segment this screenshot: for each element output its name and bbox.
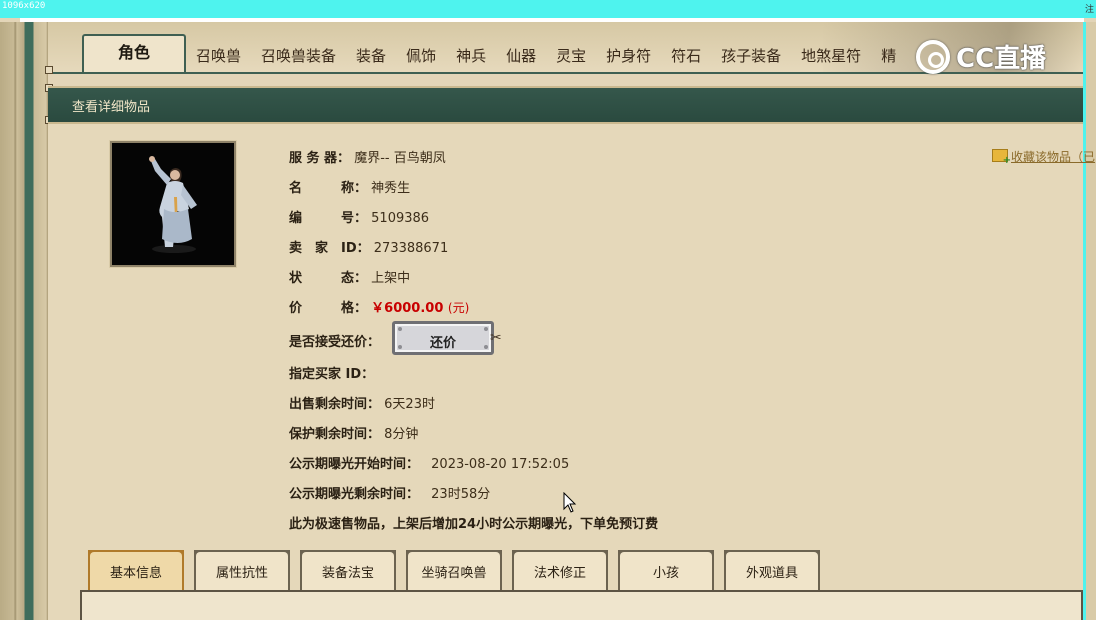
tab-appearance-items[interactable]: 外观道具 <box>724 550 820 590</box>
exposure-remaining-row: 公示期曝光剩余时间： 23时58分 <box>289 483 490 502</box>
tab-immortal-artifact[interactable]: 仙器 <box>496 40 546 72</box>
seller-row: 卖 家 ID： 273388671 <box>289 237 448 256</box>
protect-remaining-label: 保护剩余时间： <box>289 427 381 442</box>
protect-remaining-row: 保护剩余时间： 8分钟 <box>289 423 418 442</box>
tab-amulet[interactable]: 护身符 <box>596 40 661 72</box>
name-row: 名 称： 神秀生 <box>289 177 410 196</box>
tab-child[interactable]: 小孩 <box>618 550 714 590</box>
price-label: 价 格： <box>289 301 368 316</box>
price-unit: (元) <box>447 301 470 315</box>
character-portrait <box>110 141 236 267</box>
counter-offer-label: 是否接受还价： <box>289 335 381 350</box>
tab-star-talisman[interactable]: 地煞星符 <box>791 40 871 72</box>
tab-equipment[interactable]: 装备 <box>346 40 396 72</box>
section-title: 查看详细物品 <box>72 100 151 115</box>
seller-value: 273388671 <box>373 241 449 256</box>
number-row: 编 号： 5109386 <box>289 207 429 226</box>
fast-sale-note: 此为极速售物品，上架后增加24小时公示期曝光，下单免预订费 <box>289 517 659 532</box>
tab-partial[interactable]: 精 <box>871 40 906 72</box>
tab-spell-correction[interactable]: 法术修正 <box>512 550 608 590</box>
tab-attributes[interactable]: 属性抗性 <box>194 550 290 590</box>
counter-offer-button-label: 还价 <box>429 336 456 351</box>
counter-offer-button[interactable]: 还价 <box>392 321 494 355</box>
capture-corner-label: 注 <box>1084 5 1094 15</box>
detail-tab-content <box>80 590 1083 620</box>
server-label: 服 务 器： <box>289 151 351 166</box>
name-label: 名 称： <box>289 181 368 196</box>
tab-child-equipment[interactable]: 孩子装备 <box>711 40 791 72</box>
detail-tabs: 基本信息 属性抗性 装备法宝 坐骑召唤兽 法术修正 小孩 外观道具 <box>88 550 830 590</box>
capture-toolbar: 1096x620 注 <box>0 0 1096 22</box>
folder-add-icon <box>992 149 1011 166</box>
watermark-text: CC直播 <box>956 44 1047 74</box>
right-decorative-frame <box>1086 22 1096 620</box>
capture-dimension-label: 1096x620 <box>2 1 46 11</box>
protect-remaining-value: 8分钟 <box>384 427 419 442</box>
section-header: 查看详细物品 <box>48 86 1083 124</box>
tab-basic-info[interactable]: 基本信息 <box>88 550 184 590</box>
seller-label: 卖 家 ID： <box>289 241 370 256</box>
sale-remaining-value: 6天23时 <box>384 397 435 412</box>
right-capture-border <box>1083 22 1086 620</box>
cc-logo-icon <box>916 39 950 74</box>
left-decorative-frame <box>0 22 48 620</box>
price-value: ￥6000.00 (元) <box>371 301 469 316</box>
counter-offer-row: 是否接受还价： <box>289 331 380 350</box>
sale-remaining-label: 出售剩余时间： <box>289 397 381 412</box>
button-rivet <box>398 327 402 331</box>
character-figure-icon <box>112 143 234 265</box>
name-value: 神秀生 <box>371 181 411 196</box>
price-amount: ￥6000.00 <box>371 301 444 316</box>
sale-remaining-row: 出售剩余时间： 6天23时 <box>289 393 435 412</box>
tab-role[interactable]: 角色 <box>82 34 187 72</box>
status-row: 状 态： 上架中 <box>289 267 410 286</box>
scissors-icon: ✂ <box>490 330 502 346</box>
cc-live-watermark: CC直播 <box>916 38 1046 75</box>
exposure-remaining-label: 公示期曝光剩余时间： <box>289 487 420 502</box>
status-label: 状 态： <box>289 271 368 286</box>
favorite-label: 收藏该物品（已 <box>1011 150 1096 164</box>
exposure-start-row: 公示期曝光开始时间： 2023-08-20 17:52:05 <box>289 453 569 472</box>
designated-buyer-label: 指定买家 ID： <box>289 367 375 382</box>
designated-buyer-row: 指定买家 ID： <box>289 363 374 382</box>
frame-corner-ornament <box>45 66 53 74</box>
mouse-pointer-icon <box>563 492 577 513</box>
button-rivet <box>484 327 488 331</box>
exposure-remaining-value: 23时58分 <box>431 487 491 502</box>
tab-spirit-treasure[interactable]: 灵宝 <box>546 40 596 72</box>
tab-mount-summon[interactable]: 坐骑召唤兽 <box>406 550 502 590</box>
price-row: 价 格： ￥6000.00 (元) <box>289 297 469 316</box>
server-value: 魔界-- 百鸟朝凤 <box>354 151 446 166</box>
tab-rune-stone[interactable]: 符石 <box>661 40 711 72</box>
tab-accessory[interactable]: 佩饰 <box>396 40 446 72</box>
exposure-start-label: 公示期曝光开始时间： <box>289 457 420 472</box>
tab-summon-beast[interactable]: 召唤兽 <box>186 40 251 72</box>
tab-equipment-treasure[interactable]: 装备法宝 <box>300 550 396 590</box>
category-tabs: 角色 召唤兽 召唤兽装备 装备 佩饰 神兵 仙器 灵宝 护身符 符石 孩子装备 … <box>82 34 906 72</box>
tab-summon-equipment[interactable]: 召唤兽装备 <box>251 40 346 72</box>
exposure-start-value: 2023-08-20 17:52:05 <box>431 457 570 472</box>
tab-divine-weapon[interactable]: 神兵 <box>446 40 496 72</box>
favorite-link[interactable]: 收藏该物品（已 <box>992 148 1096 166</box>
status-value: 上架中 <box>371 271 411 286</box>
server-row: 服 务 器： 魔界-- 百鸟朝凤 <box>289 147 446 166</box>
number-label: 编 号： <box>289 211 368 226</box>
number-value: 5109386 <box>371 211 430 226</box>
